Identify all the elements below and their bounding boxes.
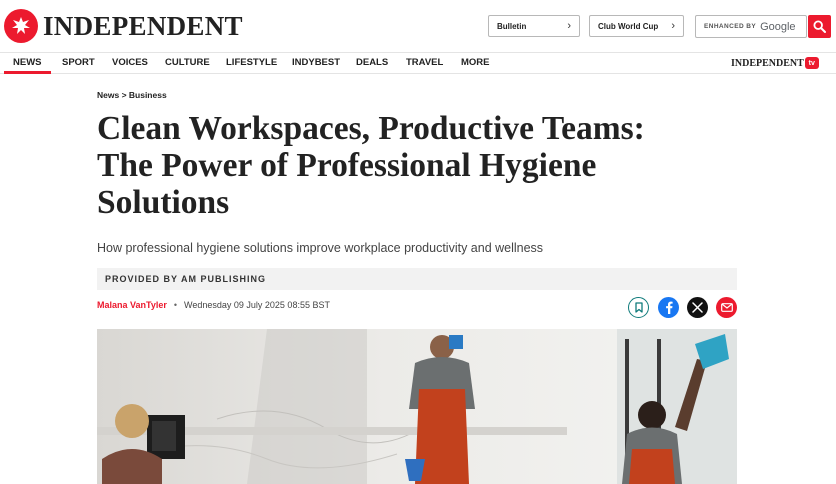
- main-nav: NEWS SPORT VOICES CULTURE LIFESTYLE INDY…: [0, 52, 836, 74]
- nav-item-travel[interactable]: TRAVEL: [406, 53, 443, 74]
- chevron-right-icon: ›: [671, 20, 675, 32]
- breadcrumb[interactable]: News > Business: [97, 90, 167, 100]
- nav-item-lifestyle[interactable]: LIFESTYLE: [226, 53, 277, 74]
- club-world-cup-button[interactable]: Club World Cup ›: [589, 15, 684, 37]
- nav-item-indybest[interactable]: INDYBEST: [292, 53, 340, 74]
- x-share-button[interactable]: [687, 297, 708, 318]
- independent-tv-logo[interactable]: INDEPENDENT tv: [731, 57, 819, 69]
- headline-line-1: Clean Workspaces, Productive Teams:: [97, 110, 645, 147]
- eagle-logo-icon: [4, 9, 38, 43]
- bookmark-icon: [634, 302, 643, 313]
- hero-image: [97, 329, 737, 484]
- search-button[interactable]: [808, 15, 831, 38]
- headline-line-2: The Power of Professional Hygiene: [97, 147, 597, 184]
- provided-by-banner: PROVIDED BY AM PUBLISHING: [97, 268, 737, 290]
- top-bar: INDEPENDENT Bulletin › Club World Cup › …: [0, 0, 836, 52]
- email-share-button[interactable]: [716, 297, 737, 318]
- facebook-share-button[interactable]: [658, 297, 679, 318]
- nav-item-news[interactable]: NEWS: [4, 53, 51, 74]
- search-input[interactable]: ENHANCED BY Google: [695, 15, 807, 38]
- author-link[interactable]: Malana VanTyler: [97, 300, 167, 310]
- search-google-label: Google: [760, 20, 796, 33]
- bulletin-button[interactable]: Bulletin ›: [488, 15, 580, 37]
- club-world-cup-label: Club World Cup: [598, 21, 659, 31]
- headline-line-3: Solutions: [97, 184, 230, 221]
- nav-item-sport[interactable]: SPORT: [62, 53, 95, 74]
- nav-item-deals[interactable]: DEALS: [356, 53, 388, 74]
- bulletin-label: Bulletin: [497, 21, 527, 31]
- byline-separator: •: [173, 300, 178, 310]
- independent-logo[interactable]: INDEPENDENT: [4, 9, 243, 43]
- email-icon: [720, 303, 733, 312]
- x-icon: [692, 302, 703, 313]
- article-standfirst: How professional hygiene solutions impro…: [97, 241, 544, 255]
- bookmark-button[interactable]: [628, 297, 649, 318]
- facebook-icon: [665, 301, 673, 314]
- chevron-right-icon: ›: [567, 20, 571, 32]
- tv-logo-text: INDEPENDENT: [731, 57, 804, 69]
- nav-item-more[interactable]: MORE: [461, 53, 490, 74]
- page-title: Clean Workspaces, Productive Teams: The …: [97, 110, 757, 221]
- byline: Malana VanTyler • Wednesday 09 July 2025…: [97, 300, 330, 310]
- logo-wordmark: INDEPENDENT: [43, 10, 243, 41]
- nav-item-culture[interactable]: CULTURE: [165, 53, 210, 74]
- search-icon: [813, 20, 826, 33]
- tv-badge: tv: [804, 57, 819, 69]
- publish-date: Wednesday 09 July 2025 08:55 BST: [184, 300, 330, 310]
- search-enhanced-label: ENHANCED BY: [704, 23, 757, 30]
- nav-item-voices[interactable]: VOICES: [112, 53, 148, 74]
